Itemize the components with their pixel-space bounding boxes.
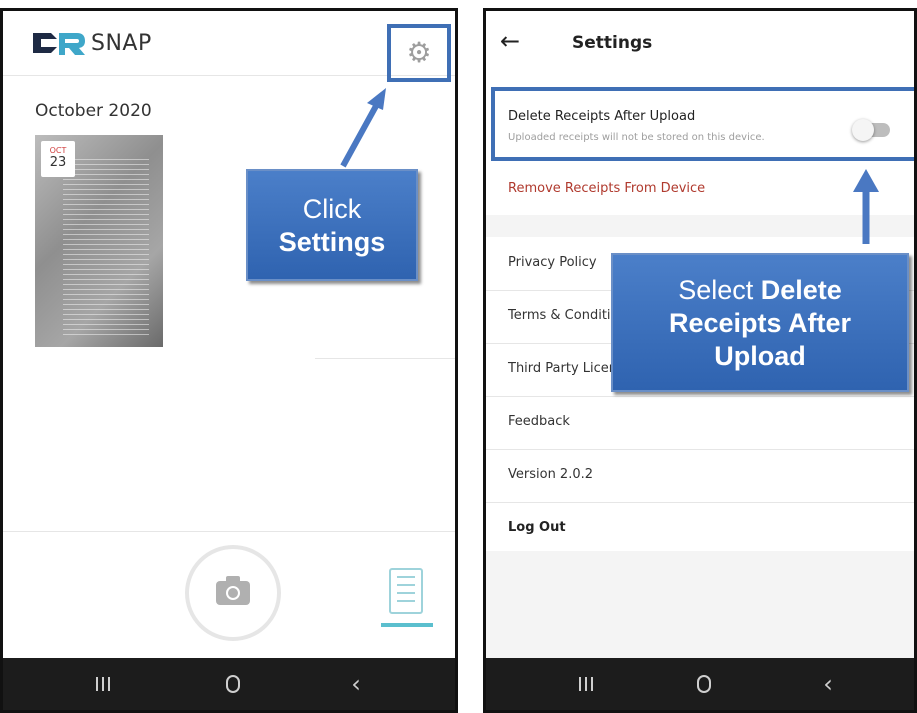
settings-button[interactable]: ⚙ [387,24,451,82]
callout-line: Select Delete [678,275,842,305]
row-label: Privacy Policy [508,255,597,270]
receipt-text-lines [63,155,149,337]
system-nav-bar: ‹ [3,658,455,710]
row-label: Feedback [508,414,570,429]
logo-mark-icon [33,33,85,55]
settings-row-version: Version 2.0.2 [486,449,914,503]
app-name: SNAP [91,30,152,56]
recents-button[interactable] [556,658,616,710]
left-phone-screen: SNAP ⚙ October 2020 OCT 23 ‹ [0,8,458,713]
gear-icon: ⚙ [406,36,432,69]
camera-icon [216,576,250,605]
capture-receipt-button[interactable] [185,545,281,641]
callout-line: Receipts After [668,308,852,338]
home-icon [697,675,711,693]
receipts-tab[interactable] [389,568,423,614]
page-title: Settings [572,33,653,53]
delete-receipts-description: Uploaded receipts will not be stored on … [508,132,765,143]
receipts-icon [397,576,415,578]
callout-line: Click [302,194,362,224]
month-heading: October 2020 [35,101,152,121]
select-delete-callout: Select Delete Receipts After Upload [611,253,909,392]
back-button[interactable]: ‹ [798,658,858,710]
divider [315,358,455,359]
settings-header: ← Settings [486,11,914,77]
remove-receipts-button[interactable]: Remove Receipts From Device [508,181,705,196]
click-settings-callout: Click Settings [246,169,418,281]
version-label: Version 2.0.2 [508,467,594,482]
recents-icon [96,677,110,691]
receipt-thumbnail[interactable]: OCT 23 [35,135,163,347]
app-logo: SNAP [31,29,152,57]
home-icon [226,675,240,693]
divider [3,531,455,532]
system-nav-bar: ‹ [486,658,914,710]
back-arrow-icon[interactable]: ← [500,27,520,55]
empty-area [486,551,914,658]
active-tab-indicator [381,623,433,627]
settings-row-logout[interactable]: Log Out [486,502,914,556]
recents-button[interactable] [73,658,133,710]
back-button[interactable]: ‹ [326,658,386,710]
callout-line: Upload [714,341,806,371]
recents-icon [579,677,593,691]
settings-row-feedback[interactable]: Feedback [486,396,914,450]
delete-receipts-label: Delete Receipts After Upload [508,109,696,124]
toggle-knob[interactable] [852,119,874,141]
home-button[interactable] [203,658,263,710]
home-button[interactable] [674,658,734,710]
back-nav-icon: ‹ [351,670,361,698]
date-month: OCT [49,146,67,155]
logout-label: Log Out [508,520,566,535]
date-day: 23 [49,155,67,170]
receipt-date-badge: OCT 23 [41,141,75,177]
section-divider [486,215,914,237]
back-nav-icon: ‹ [823,670,833,698]
callout-line: Settings [278,227,386,257]
